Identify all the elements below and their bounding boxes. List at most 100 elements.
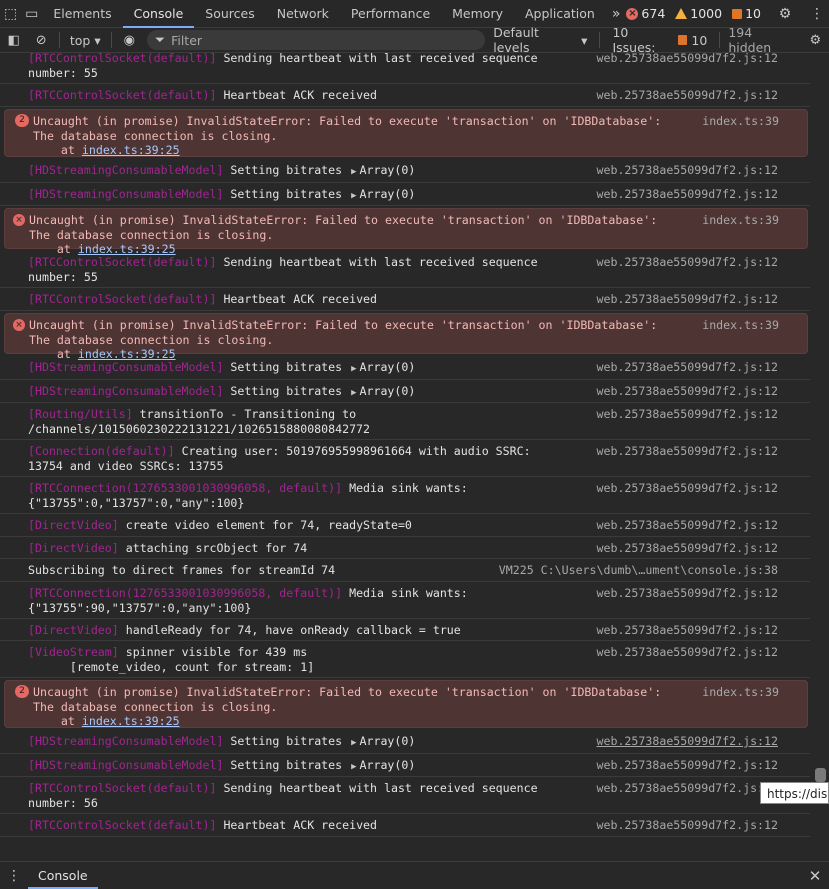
tab-elements[interactable]: Elements bbox=[42, 0, 122, 28]
issue-icon bbox=[732, 8, 743, 19]
warning-icon bbox=[675, 8, 688, 19]
log-message-row: [RTCControlSocket(default)] Heartbeat AC… bbox=[0, 84, 810, 107]
source-link[interactable]: web.25738ae55099d7f2.js:12 bbox=[597, 518, 778, 533]
source-link[interactable]: web.25738ae55099d7f2.js:12 bbox=[597, 481, 778, 496]
tab-network[interactable]: Network bbox=[266, 0, 340, 28]
source-link[interactable]: web.25738ae55099d7f2.js:12 bbox=[597, 645, 778, 660]
sidebar-toggle-icon[interactable]: ◧ bbox=[0, 28, 27, 53]
stack-link[interactable]: index.ts:39:25 bbox=[82, 714, 180, 728]
source-link[interactable]: index.ts:39 bbox=[702, 213, 779, 228]
message-body: Sending heartbeat with last received seq… bbox=[216, 53, 538, 65]
divider bbox=[58, 32, 60, 48]
source-link[interactable]: web.25738ae55099d7f2.js:12 bbox=[597, 255, 778, 270]
source-link[interactable]: web.25738ae55099d7f2.js:12 bbox=[597, 623, 778, 638]
array-preview[interactable]: Array(0) bbox=[360, 360, 416, 374]
log-message-row: [HDStreamingConsumableModel] Setting bit… bbox=[0, 183, 810, 206]
inspect-element-icon[interactable]: ⬚ bbox=[0, 0, 21, 28]
live-expression-icon[interactable]: ◉ bbox=[116, 28, 143, 53]
array-preview[interactable]: Array(0) bbox=[360, 384, 416, 398]
source-link[interactable]: index.ts:39 bbox=[702, 114, 779, 129]
issue-counters[interactable]: × 674 1000 10 ⚙ ⋮ bbox=[626, 0, 829, 28]
source-link[interactable]: web.25738ae55099d7f2.js:12 bbox=[597, 444, 778, 459]
levels-label: Default levels bbox=[493, 25, 539, 55]
source-link[interactable]: web.25738ae55099d7f2.js:12 bbox=[597, 292, 778, 307]
expand-triangle-icon[interactable]: ▶ bbox=[351, 167, 356, 177]
message-continuation: {"13755":90,"13757":0,"any":100} bbox=[28, 600, 252, 615]
issues-count[interactable]: 10 bbox=[732, 6, 761, 21]
log-prefix: [HDStreamingConsumableModel] bbox=[28, 758, 224, 772]
message-body: Setting bitrates bbox=[223, 384, 350, 398]
message-body: Uncaught (in promise) InvalidStateError:… bbox=[33, 685, 662, 699]
context-value: top bbox=[69, 32, 91, 48]
array-preview[interactable]: Array(0) bbox=[360, 163, 416, 177]
log-levels-dropdown[interactable]: Default levels ▾ bbox=[485, 25, 595, 55]
log-prefix: [HDStreamingConsumableModel] bbox=[28, 360, 224, 374]
more-tabs-button[interactable]: » bbox=[606, 6, 627, 22]
source-link[interactable]: web.25738ae55099d7f2.js:12 bbox=[597, 781, 778, 796]
warning-count[interactable]: 1000 bbox=[675, 6, 722, 21]
tab-application[interactable]: Application bbox=[514, 0, 606, 28]
source-link[interactable]: web.25738ae55099d7f2.js:12 bbox=[597, 384, 778, 399]
message-text: [DirectVideo] create video element for 7… bbox=[28, 518, 412, 533]
source-link[interactable]: web.25738ae55099d7f2.js:12 bbox=[597, 758, 778, 773]
log-prefix: [HDStreamingConsumableModel] bbox=[28, 163, 224, 177]
device-toolbar-icon[interactable]: ▭ bbox=[21, 0, 42, 28]
issues-count-value: 10 bbox=[745, 6, 761, 21]
source-link[interactable]: web.25738ae55099d7f2.js:12 bbox=[597, 53, 778, 66]
drawer-menu-icon[interactable]: ⋮ bbox=[0, 868, 28, 884]
array-preview[interactable]: Array(0) bbox=[360, 187, 416, 201]
source-link[interactable]: web.25738ae55099d7f2.js:12 bbox=[597, 734, 778, 749]
issues-button-count: 10 bbox=[691, 32, 708, 48]
clear-console-icon[interactable]: ⊘ bbox=[27, 28, 54, 53]
tab-sources[interactable]: Sources bbox=[194, 0, 265, 28]
tab-console[interactable]: Console bbox=[122, 0, 195, 28]
scrollbar-thumb[interactable] bbox=[815, 768, 826, 782]
log-prefix: [DirectVideo] bbox=[28, 518, 119, 532]
expand-triangle-icon[interactable]: ▶ bbox=[351, 738, 356, 748]
source-link[interactable]: index.ts:39 bbox=[702, 685, 779, 700]
source-link[interactable]: web.25738ae55099d7f2.js:12 bbox=[597, 407, 778, 422]
close-icon[interactable]: ✕ bbox=[801, 867, 829, 885]
more-vert-icon[interactable]: ⋮ bbox=[809, 0, 825, 28]
error-count[interactable]: × 674 bbox=[626, 6, 665, 21]
gear-icon[interactable]: ⚙ bbox=[802, 28, 829, 53]
devtools-tab-bar: ⬚ ▭ Elements Console Sources Network Per… bbox=[0, 0, 829, 28]
source-link[interactable]: index.ts:39 bbox=[702, 318, 779, 333]
filter-placeholder: Filter bbox=[171, 32, 203, 48]
log-message-row: [HDStreamingConsumableModel] Setting bit… bbox=[0, 356, 810, 380]
message-continuation: number: 55 bbox=[28, 269, 98, 284]
tab-memory[interactable]: Memory bbox=[441, 0, 514, 28]
source-link[interactable]: web.25738ae55099d7f2.js:12 bbox=[597, 541, 778, 556]
issues-button[interactable]: 10 Issues: 10 bbox=[604, 25, 715, 55]
expand-triangle-icon[interactable]: ▶ bbox=[351, 191, 356, 201]
log-message-row: [RTCControlSocket(default)] Sending hear… bbox=[0, 777, 810, 814]
message-body: handleReady for 74, have onReady callbac… bbox=[118, 623, 461, 637]
filter-input[interactable]: ⏷ Filter bbox=[147, 30, 486, 50]
log-message-row: [RTCControlSocket(default)] Sending hear… bbox=[0, 251, 810, 288]
array-preview[interactable]: Array(0) bbox=[360, 734, 416, 748]
scrollbar[interactable] bbox=[813, 53, 829, 861]
source-link[interactable]: web.25738ae55099d7f2.js:12 bbox=[597, 187, 778, 202]
stack-link[interactable]: index.ts:39:25 bbox=[82, 143, 180, 157]
drawer-tab-console[interactable]: Console bbox=[28, 862, 98, 889]
tab-performance[interactable]: Performance bbox=[340, 0, 441, 28]
expand-triangle-icon[interactable]: ▶ bbox=[351, 364, 356, 374]
gear-icon[interactable]: ⚙ bbox=[771, 0, 799, 28]
log-message-row: [RTCControlSocket(default)] Heartbeat AC… bbox=[0, 288, 810, 311]
context-selector[interactable]: top ▾ bbox=[64, 33, 107, 48]
message-body: Uncaught (in promise) InvalidStateError:… bbox=[29, 213, 658, 227]
message-body: Creating user: 501976955998961664 with a… bbox=[174, 444, 531, 458]
source-link[interactable]: web.25738ae55099d7f2.js:12 bbox=[597, 163, 778, 178]
expand-triangle-icon[interactable]: ▶ bbox=[351, 388, 356, 398]
expand-triangle-icon[interactable]: ▶ bbox=[351, 762, 356, 772]
message-body: Sending heartbeat with last received seq… bbox=[216, 255, 538, 269]
source-link[interactable]: web.25738ae55099d7f2.js:12 bbox=[597, 818, 778, 833]
source-link[interactable]: web.25738ae55099d7f2.js:12 bbox=[597, 360, 778, 375]
log-prefix: [RTCConnection(1276533001030996058, defa… bbox=[28, 586, 343, 600]
source-link[interactable]: web.25738ae55099d7f2.js:12 bbox=[597, 586, 778, 601]
console-messages[interactable]: [RTCControlSocket(default)] Sending hear… bbox=[0, 53, 829, 861]
source-link[interactable]: VM225 C:\Users\dumb\…ument\console.js:38 bbox=[499, 563, 778, 578]
message-text: [HDStreamingConsumableModel] Setting bit… bbox=[28, 734, 415, 751]
source-link[interactable]: web.25738ae55099d7f2.js:12 bbox=[597, 88, 778, 103]
array-preview[interactable]: Array(0) bbox=[360, 758, 416, 772]
